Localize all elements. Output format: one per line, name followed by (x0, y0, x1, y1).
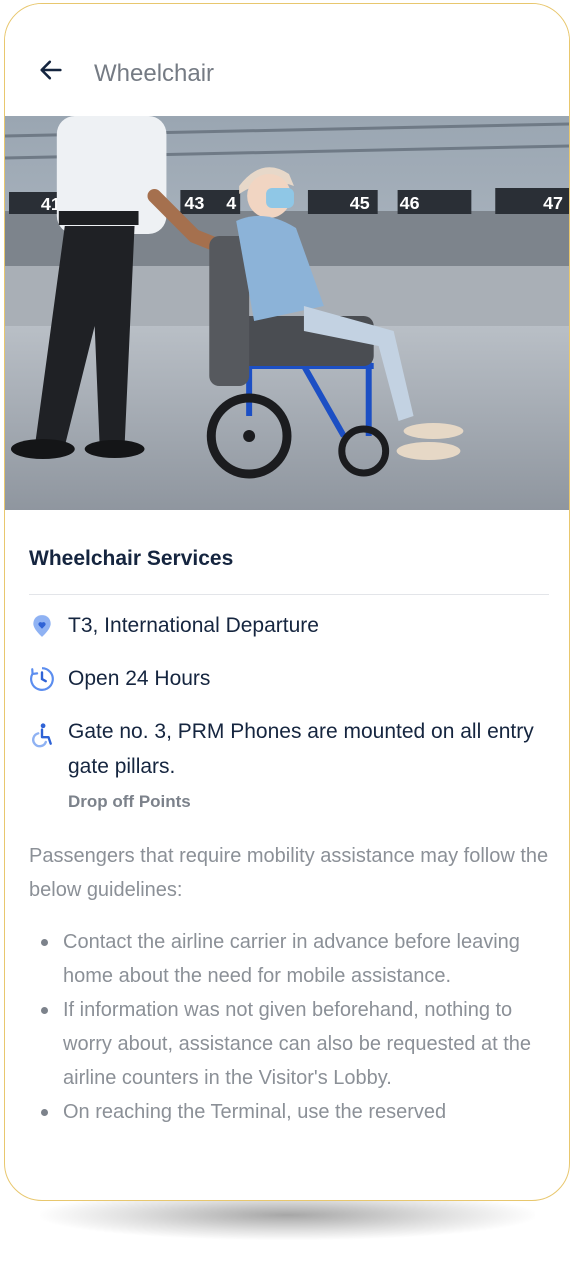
location-pin-icon (33, 615, 51, 637)
app-header: Wheelchair (5, 4, 569, 116)
hours-row: Open 24 Hours (29, 661, 549, 696)
drop-off-label: Drop off Points (68, 792, 191, 811)
back-button[interactable] (29, 54, 69, 94)
gate-sign: 47 (543, 193, 563, 213)
page-title: Wheelchair (94, 60, 215, 87)
guideline-text: If information was not given beforehand,… (63, 999, 532, 1089)
content-area: Wheelchair Services T3, International De… (29, 510, 549, 1129)
gate-sign: 46 (400, 193, 420, 213)
location-text: T3, International Departure (68, 614, 319, 637)
list-item: If information was not given beforehand,… (29, 993, 549, 1095)
guidelines-intro: Passengers that require mobility assista… (29, 845, 549, 901)
gate-sign: 4 (226, 193, 236, 213)
list-item: Contact the airline carrier in advance b… (29, 925, 549, 993)
accessibility-text: Gate no. 3, PRM Phones are mounted on al… (68, 720, 534, 778)
clock-icon (30, 667, 54, 691)
list-item: On reaching the Terminal, use the reserv… (29, 1095, 549, 1129)
hours-text: Open 24 Hours (68, 667, 211, 690)
hero-image: 41 43 4 45 46 47 (5, 116, 569, 510)
accessibility-row: Gate no. 3, PRM Phones are mounted on al… (29, 714, 549, 784)
device-frame: Wheelchair 41 43 4 45 46 47 Wheelchair S… (4, 3, 570, 1201)
wheelchair-icon (32, 723, 52, 748)
guideline-text: Contact the airline carrier in advance b… (63, 931, 520, 987)
location-row: T3, International Departure (29, 608, 549, 643)
guidelines-list: Contact the airline carrier in advance b… (29, 925, 549, 1129)
section-title: Wheelchair Services (29, 547, 234, 570)
divider (29, 594, 549, 595)
gate-sign: 45 (350, 193, 370, 213)
gate-sign: 43 (184, 193, 204, 213)
guideline-text: On reaching the Terminal, use the reserv… (63, 1101, 447, 1123)
arrow-left-icon (40, 60, 62, 80)
